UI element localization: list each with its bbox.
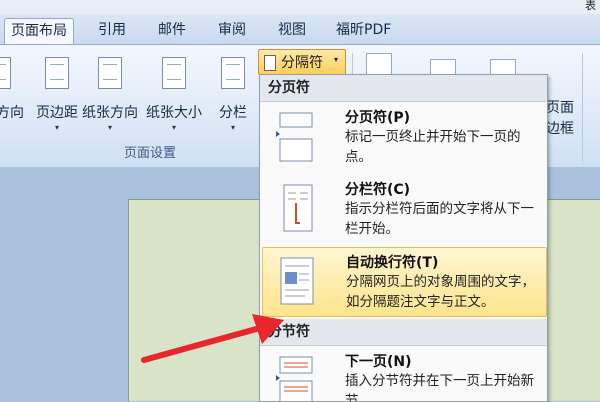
menu-item-title: 自动换行符(T) [346, 255, 439, 271]
orientation-label: 纸张方向 [82, 105, 138, 121]
text-direction-button[interactable]: 方向 [0, 53, 28, 143]
margins-icon [45, 57, 69, 89]
page-breaks-header: 分页符 [260, 75, 547, 102]
breaks-button[interactable]: 分隔符 ▾ [258, 49, 346, 75]
menu-item-text-wrapping-break[interactable]: 自动换行符(T) 分隔网页上的对象周围的文字，如分隔题注文字与正文。 [262, 247, 547, 317]
text-direction-label: 方向 [0, 105, 24, 121]
margins-label: 页边距 [36, 105, 78, 121]
title-strip: 表 [0, 0, 600, 14]
size-button[interactable]: 纸张大小 ▾ [145, 53, 203, 143]
menu-item-next-page[interactable]: 下一页(N) 插入分节符并在下一页上开始新节。 [262, 347, 545, 402]
page-setup-group-label: 页面设置 [123, 146, 176, 161]
menu-item-desc: 分隔网页上的对象周围的文字，如分隔题注文字与正文。 [346, 274, 535, 310]
margins-chevron-icon: ▾ [54, 123, 59, 132]
tab-page-layout[interactable]: 页面布局 [4, 18, 74, 45]
breaks-dropdown-menu: 分页符 分页符(P) 标记一页终止并开始下一页的点。 分栏符(C) 指示分栏符后… [259, 74, 548, 402]
tab-mailings[interactable]: 邮件 [152, 18, 192, 44]
text-wrapping-break-icon [280, 257, 314, 305]
columns-button[interactable]: 分栏 ▾ [204, 53, 262, 143]
menu-item-desc: 指示分栏符后面的文字将从下一栏开始。 [345, 201, 534, 237]
menu-item-desc: 标记一页终止并开始下一页的点。 [345, 129, 521, 165]
tab-foxit-pdf[interactable]: 福昕PDF [330, 18, 397, 44]
orientation-chevron-icon: ▾ [107, 123, 112, 132]
size-icon [162, 57, 186, 89]
breaks-label: 分隔符 [281, 55, 323, 71]
columns-label: 分栏 [219, 105, 247, 121]
page-borders-label-2: 边框 [546, 121, 574, 137]
column-break-icon [283, 184, 313, 232]
tab-view[interactable]: 视图 [272, 18, 312, 44]
menu-item-title: 下一页(N) [345, 354, 412, 370]
menu-item-title: 分页符(P) [345, 110, 411, 126]
columns-chevron-icon: ▾ [230, 123, 235, 132]
breaks-icon [264, 55, 276, 71]
orientation-icon [98, 57, 122, 89]
tab-references[interactable]: 引用 [92, 18, 132, 44]
size-label: 纸张大小 [146, 105, 202, 121]
margins-button[interactable]: 页边距 ▾ [28, 53, 86, 143]
columns-icon [221, 57, 245, 89]
menu-item-page-break[interactable]: 分页符(P) 标记一页终止并开始下一页的点。 [262, 103, 545, 171]
page-borders-label-1: 页面 [546, 100, 574, 116]
text-direction-icon [0, 57, 11, 89]
red-arrow-annotation [141, 314, 284, 363]
page-break-icon [276, 112, 313, 162]
breaks-chevron-icon: ▾ [334, 55, 339, 64]
menu-item-column-break[interactable]: 分栏符(C) 指示分栏符后面的文字将从下一栏开始。 [262, 175, 545, 243]
ribbon-tab-bar: 页面布局 引用 邮件 审阅 视图 福昕PDF [0, 14, 600, 45]
section-breaks-header: 分节符 [260, 319, 547, 346]
ribbon-separator [582, 53, 583, 163]
menu-item-title: 分栏符(C) [345, 182, 411, 198]
window-title: 表 [585, 0, 596, 12]
tab-review[interactable]: 审阅 [212, 18, 252, 44]
menu-item-desc: 插入分节符并在下一页上开始新节。 [345, 373, 534, 402]
size-chevron-icon: ▾ [171, 123, 176, 132]
orientation-button[interactable]: 纸张方向 ▾ [81, 53, 139, 143]
